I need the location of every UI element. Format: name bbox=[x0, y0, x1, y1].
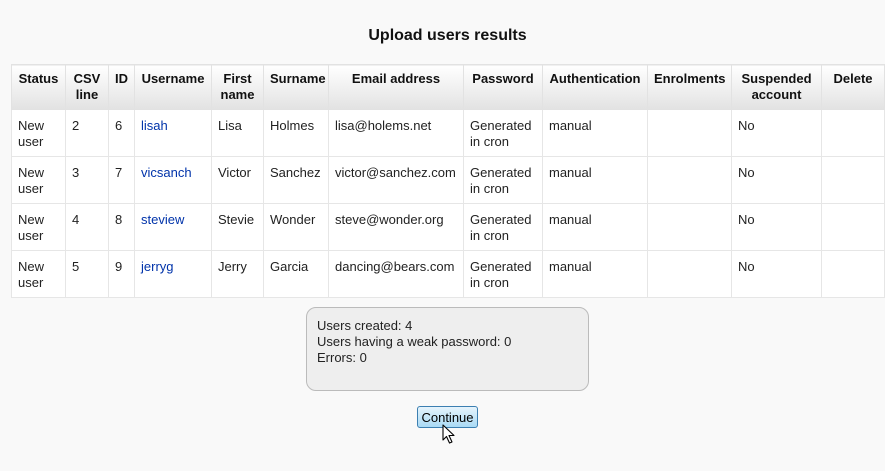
cell-status: New user bbox=[11, 109, 66, 157]
cell-password: Generated in cron bbox=[463, 203, 543, 251]
mouse-pointer-icon bbox=[442, 424, 455, 444]
cell-password: Generated in cron bbox=[463, 109, 543, 157]
cell-first-name: Victor bbox=[211, 156, 264, 204]
cell-surname: Garcia bbox=[263, 250, 329, 298]
upload-summary-box: Users created: 4 Users having a weak pas… bbox=[306, 307, 589, 391]
page-title: Upload users results bbox=[368, 27, 527, 44]
cell-suspended: No bbox=[731, 156, 822, 204]
cell-surname: Sanchez bbox=[263, 156, 329, 204]
cell-suspended: No bbox=[731, 203, 822, 251]
cell-suspended: No bbox=[731, 250, 822, 298]
cell-status: New user bbox=[11, 250, 66, 298]
username-link[interactable]: steview bbox=[141, 212, 184, 227]
cell-authentication: manual bbox=[542, 250, 648, 298]
cell-status: New user bbox=[11, 156, 66, 204]
cell-csv-line: 2 bbox=[65, 109, 109, 157]
cell-surname: Holmes bbox=[263, 109, 329, 157]
header-password[interactable]: Password bbox=[463, 64, 543, 110]
header-username[interactable]: Username bbox=[134, 64, 212, 110]
cell-delete bbox=[821, 156, 885, 204]
cell-first-name: Stevie bbox=[211, 203, 264, 251]
cell-id: 6 bbox=[108, 109, 135, 157]
username-link[interactable]: lisah bbox=[141, 118, 168, 133]
cell-enrolments bbox=[647, 156, 732, 204]
header-csv-line[interactable]: CSV line bbox=[65, 64, 109, 110]
cell-delete bbox=[821, 109, 885, 157]
header-delete[interactable]: Delete bbox=[821, 64, 885, 110]
header-enrolments[interactable]: Enrolments bbox=[647, 64, 732, 110]
header-id[interactable]: ID bbox=[108, 64, 135, 110]
cell-authentication: manual bbox=[542, 156, 648, 204]
header-status[interactable]: Status bbox=[11, 64, 66, 110]
cell-first-name: Lisa bbox=[211, 109, 264, 157]
table-header-row: Status CSV line ID Username First name S… bbox=[11, 64, 885, 110]
cell-enrolments bbox=[647, 109, 732, 157]
errors-text: Errors: 0 bbox=[317, 350, 367, 365]
header-first-name[interactable]: First name bbox=[211, 64, 264, 110]
cell-delete bbox=[821, 250, 885, 298]
cell-username: steview bbox=[134, 203, 212, 251]
header-email[interactable]: Email address bbox=[328, 64, 464, 110]
cell-delete bbox=[821, 203, 885, 251]
cell-csv-line: 5 bbox=[65, 250, 109, 298]
cell-first-name: Jerry bbox=[211, 250, 264, 298]
cell-email: steve@wonder.org bbox=[328, 203, 464, 251]
header-suspended[interactable]: Suspended account bbox=[731, 64, 822, 110]
cell-email: victor@sanchez.com bbox=[328, 156, 464, 204]
cell-id: 9 bbox=[108, 250, 135, 298]
username-link[interactable]: jerryg bbox=[141, 259, 174, 274]
cell-username: jerryg bbox=[134, 250, 212, 298]
results-table: Status CSV line ID Username First name S… bbox=[11, 64, 885, 298]
cell-id: 7 bbox=[108, 156, 135, 204]
cell-csv-line: 4 bbox=[65, 203, 109, 251]
weak-password-text: Users having a weak password: 0 bbox=[317, 334, 512, 349]
table-row: New user 2 6 lisah Lisa Holmes lisa@hole… bbox=[11, 109, 885, 157]
cell-csv-line: 3 bbox=[65, 156, 109, 204]
cell-password: Generated in cron bbox=[463, 250, 543, 298]
header-authentication[interactable]: Authentication bbox=[542, 64, 648, 110]
cell-username: lisah bbox=[134, 109, 212, 157]
cell-enrolments bbox=[647, 203, 732, 251]
cell-password: Generated in cron bbox=[463, 156, 543, 204]
cell-username: vicsanch bbox=[134, 156, 212, 204]
users-created-text: Users created: 4 bbox=[317, 318, 413, 333]
cell-suspended: No bbox=[731, 109, 822, 157]
cell-email: lisa@holems.net bbox=[328, 109, 464, 157]
cell-status: New user bbox=[11, 203, 66, 251]
cell-email: dancing@bears.com bbox=[328, 250, 464, 298]
header-surname[interactable]: Surname bbox=[263, 64, 329, 110]
table-row: New user 3 7 vicsanch Victor Sanchez vic… bbox=[11, 156, 885, 204]
cell-surname: Wonder bbox=[263, 203, 329, 251]
table-row: New user 5 9 jerryg Jerry Garcia dancing… bbox=[11, 250, 885, 298]
cell-authentication: manual bbox=[542, 109, 648, 157]
cell-id: 8 bbox=[108, 203, 135, 251]
cell-authentication: manual bbox=[542, 203, 648, 251]
username-link[interactable]: vicsanch bbox=[141, 165, 192, 180]
table-row: New user 4 8 steview Stevie Wonder steve… bbox=[11, 203, 885, 251]
cell-enrolments bbox=[647, 250, 732, 298]
